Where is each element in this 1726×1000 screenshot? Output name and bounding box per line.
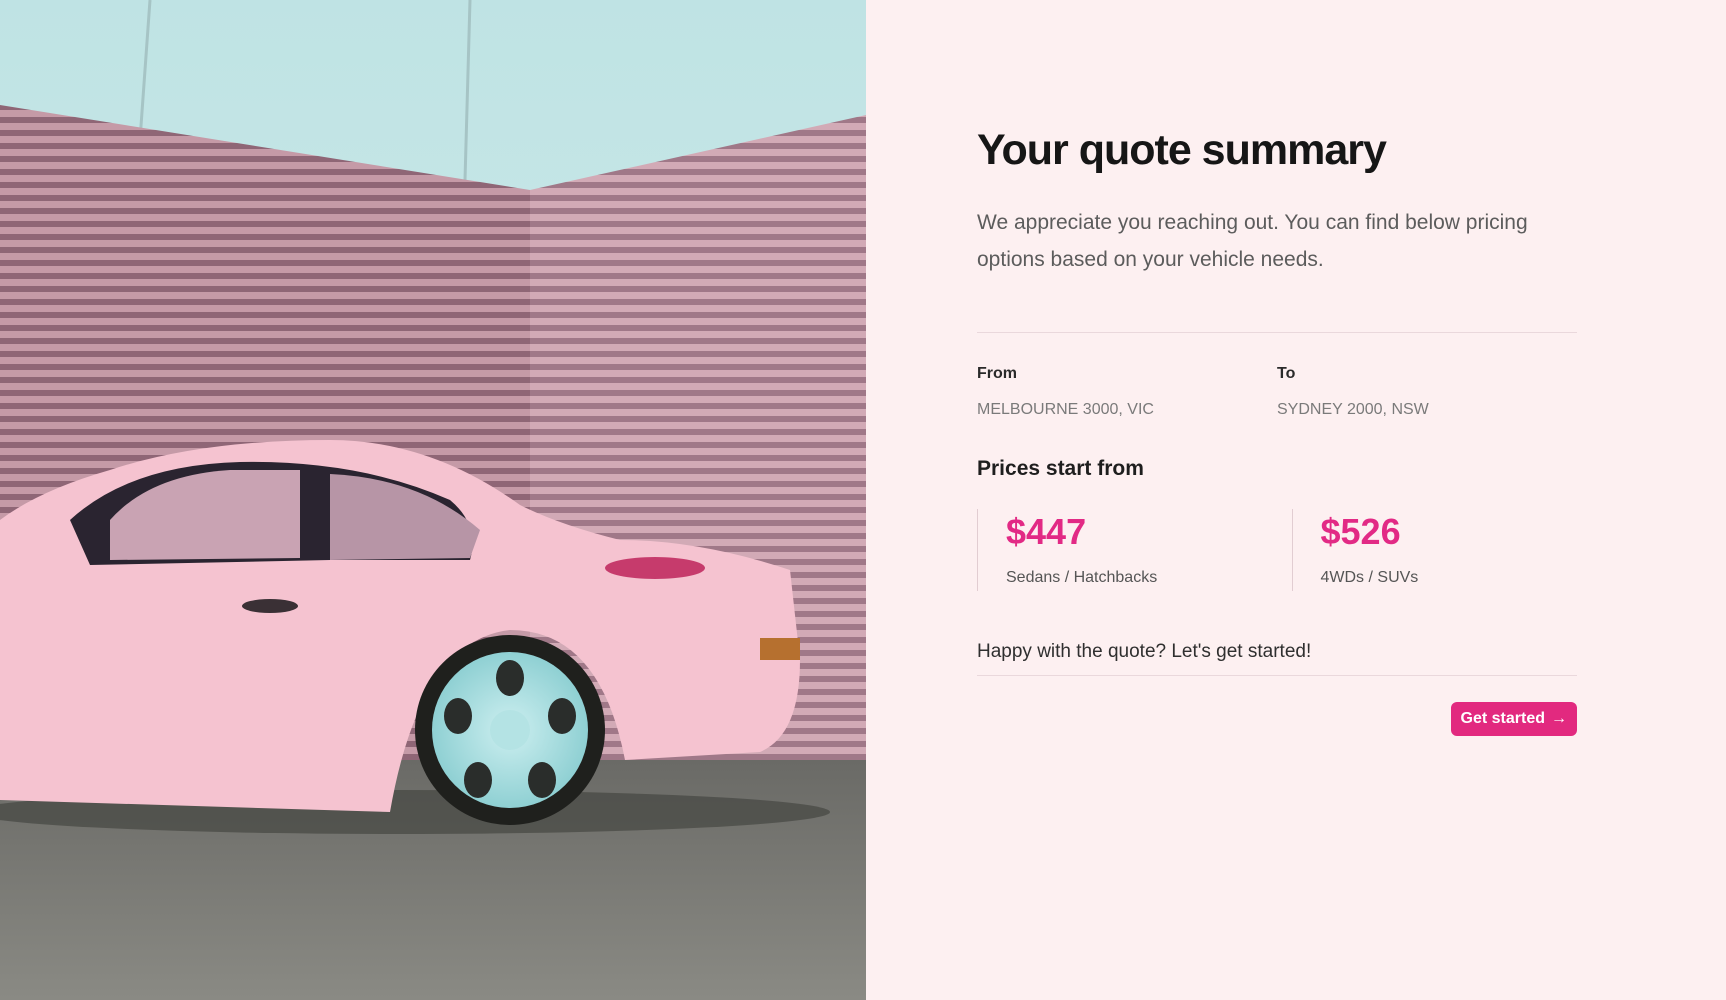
route-details: From MELBOURNE 3000, VIC To SYDNEY 2000,… — [977, 365, 1577, 419]
price-amount: $526 — [1320, 511, 1401, 552]
from-value: MELBOURNE 3000, VIC — [977, 401, 1154, 418]
price-card-sedans: $447 Sedans / Hatchbacks — [977, 509, 1263, 591]
page-title: Your quote summary — [977, 126, 1387, 174]
car-hero-image — [0, 0, 866, 1000]
get-started-button[interactable]: Get started → — [1450, 702, 1577, 736]
vehicle-type: 4WDs / SUVs — [1320, 569, 1419, 586]
to-value: SYDNEY 2000, NSW — [1277, 401, 1429, 418]
price-card-suvs: $526 4WDs / SUVs — [1291, 509, 1578, 591]
cta-row: Get started → — [977, 702, 1577, 736]
prices-heading: Prices start from — [977, 457, 1144, 480]
from-label: From — [977, 365, 1017, 382]
arrow-right-icon: → — [1551, 710, 1567, 727]
from-column: From MELBOURNE 3000, VIC — [977, 365, 1277, 419]
intro-text: We appreciate you reaching out. You can … — [977, 211, 1528, 271]
price-amount: $447 — [1006, 511, 1087, 552]
pink-car-illustration — [0, 0, 866, 1000]
quote-panel: Your quote summary We appreciate you rea… — [866, 0, 1726, 1000]
divider — [977, 332, 1577, 333]
happy-text: Happy with the quote? Let's get started! — [977, 641, 1577, 676]
price-list: $447 Sedans / Hatchbacks $526 4WDs / SUV… — [977, 509, 1577, 591]
quote-page: Your quote summary We appreciate you rea… — [0, 0, 1726, 1000]
to-label: To — [1277, 365, 1296, 382]
vehicle-type: Sedans / Hatchbacks — [1006, 569, 1158, 586]
quote-summary: Your quote summary We appreciate you rea… — [977, 120, 1577, 736]
to-column: To SYDNEY 2000, NSW — [1277, 365, 1577, 419]
get-started-label: Get started — [1460, 710, 1545, 727]
